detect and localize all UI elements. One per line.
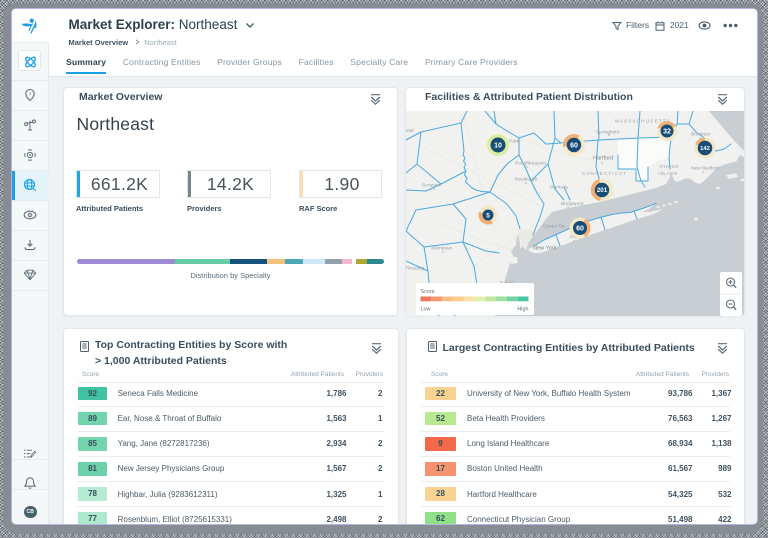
svg-text:New Bedford: New Bedford — [691, 166, 720, 172]
svg-text:C O N N E C T I C U T: C O N N E C T I C U T — [582, 171, 626, 176]
svg-text:ISLAND: ISLAND — [658, 171, 677, 176]
svg-text:High: High — [517, 307, 528, 313]
svg-text:Park: Park — [509, 139, 520, 145]
svg-text:32: 32 — [663, 129, 671, 136]
svg-text:Newburgh: Newburgh — [515, 177, 538, 183]
svg-text:Allentown: Allentown — [431, 246, 452, 252]
svg-text:Low: Low — [421, 307, 431, 313]
svg-text:5: 5 — [486, 212, 490, 219]
svg-text:Oyster Ba: Oyster Ba — [543, 224, 565, 230]
svg-text:60: 60 — [570, 143, 578, 150]
svg-text:Score: Score — [421, 289, 435, 295]
svg-text:Brockton: Brockton — [691, 132, 711, 138]
svg-text:Bridgeport: Bridgeport — [561, 201, 584, 207]
svg-text:60: 60 — [576, 226, 584, 233]
svg-text:142: 142 — [700, 146, 710, 152]
svg-text:RHODE: RHODE — [660, 164, 679, 169]
svg-text:Scranton: Scranton — [422, 183, 442, 189]
svg-text:Hartford: Hartford — [593, 156, 613, 162]
svg-text:10: 10 — [494, 143, 502, 150]
svg-text:Danbury: Danbury — [550, 185, 569, 191]
svg-text:Poughkeepsie: Poughkeepsie — [515, 161, 546, 167]
svg-text:Reading: Reading — [406, 266, 424, 272]
svg-text:Springfield: Springfield — [596, 130, 619, 136]
svg-text:201: 201 — [597, 187, 608, 194]
svg-text:stal: stal — [406, 128, 414, 134]
svg-text:New York: New York — [533, 246, 557, 252]
